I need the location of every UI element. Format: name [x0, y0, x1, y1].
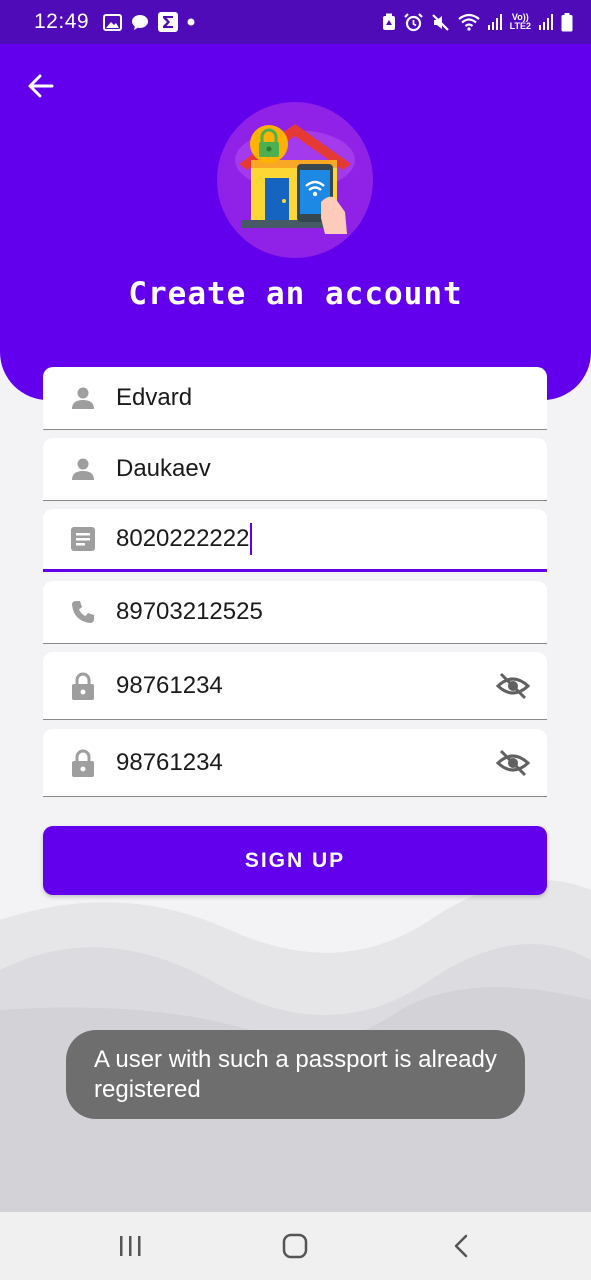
passport-field[interactable]: 8020222222: [43, 509, 547, 572]
toast-message: A user with such a passport is already r…: [66, 1030, 525, 1119]
wifi-icon: [457, 13, 480, 31]
home-icon: [282, 1233, 308, 1259]
password-field[interactable]: 98761234: [43, 652, 547, 720]
back-nav-button[interactable]: [441, 1230, 481, 1262]
confirm-password-input[interactable]: 98761234: [116, 729, 487, 796]
confirm-password-visibility-toggle[interactable]: [495, 745, 531, 781]
first-name-field[interactable]: Edvard: [43, 367, 547, 430]
dot-icon: [187, 18, 195, 26]
signal-icon: [539, 14, 553, 30]
arrow-left-icon: [28, 74, 54, 98]
back-icon: [454, 1234, 468, 1258]
home-button[interactable]: [275, 1230, 315, 1262]
status-notification-icons: [103, 12, 195, 32]
image-icon: [103, 13, 123, 31]
header: Create an account: [0, 44, 591, 400]
eye-off-icon: [496, 672, 530, 699]
volte-lte2-icon: Vo)) LTE2: [509, 12, 531, 31]
password-visibility-toggle[interactable]: [495, 668, 531, 704]
person-icon: [69, 455, 97, 483]
smart-home-lock-logo: [217, 102, 373, 258]
alarm-icon: [403, 12, 423, 32]
sigma-icon: [158, 12, 179, 32]
passport-input[interactable]: 8020222222: [116, 509, 487, 569]
sign-up-button[interactable]: SIGN UP: [43, 826, 547, 895]
recent-apps-button[interactable]: [110, 1230, 150, 1262]
phone-field[interactable]: 89703212525: [43, 581, 547, 644]
last-name-input[interactable]: Daukaev: [116, 438, 487, 500]
password-input[interactable]: 98761234: [116, 652, 487, 719]
person-icon: [69, 384, 97, 412]
battery-icon: [561, 12, 573, 32]
signal-icon: [487, 14, 502, 30]
recent-apps-icon: [120, 1236, 141, 1256]
confirm-password-field[interactable]: 98761234: [43, 729, 547, 797]
text-caret: [250, 523, 253, 555]
back-button[interactable]: [22, 68, 58, 104]
lock-icon: [69, 672, 97, 700]
chat-bubble-icon: [131, 14, 149, 31]
lock-icon: [69, 749, 97, 777]
status-system-icons: Vo)) LTE2: [382, 12, 573, 32]
eye-off-icon: [496, 749, 530, 776]
recycle-icon: [382, 13, 396, 31]
page-title: Create an account: [128, 276, 463, 312]
navigation-bar: [0, 1212, 591, 1280]
first-name-input[interactable]: Edvard: [116, 367, 487, 429]
mute-icon: [431, 13, 450, 32]
phone-icon: [69, 598, 97, 626]
passport-value: 8020222222: [116, 525, 250, 552]
status-time: 12:49: [34, 10, 90, 33]
last-name-field[interactable]: Daukaev: [43, 438, 547, 501]
status-bar: 12:49 Vo)) LTE2: [0, 0, 591, 44]
document-icon: [69, 525, 97, 553]
phone-input[interactable]: 89703212525: [116, 581, 487, 643]
